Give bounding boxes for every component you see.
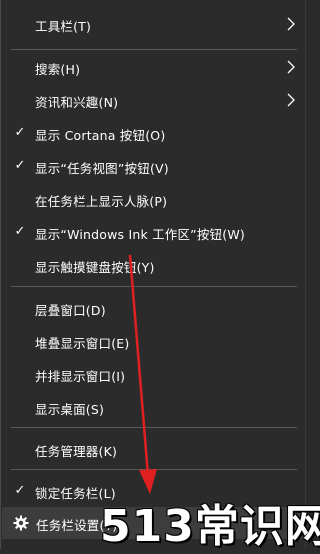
menu-separator [11, 469, 297, 470]
chevron-right-icon [287, 60, 295, 74]
menu-item-label: 显示触摸键盘按钮(Y) [35, 260, 155, 275]
menu-item-show-desktop[interactable]: 显示桌面(S) [1, 391, 307, 423]
menu-separator [11, 286, 297, 287]
taskbar-context-menu: 工具栏(T) 搜索(H) 资讯和兴趣(N) ✓ 显示 Cortana 按钮(O)… [0, 0, 306, 549]
menu-item-label: 任务管理器(K) [35, 444, 118, 459]
menu-item-label: 显示“任务视图”按钮(V) [35, 161, 169, 176]
menu-item-search[interactable]: 搜索(H) [1, 51, 307, 83]
checkmark-icon: ✓ [14, 158, 26, 173]
menu-item-label: 在任务栏上显示人脉(P) [35, 194, 168, 209]
menu-item-show-touch-keyboard[interactable]: 显示触摸键盘按钮(Y) [1, 249, 307, 281]
chevron-right-icon [287, 17, 295, 31]
menu-item-label: 显示“Windows Ink 工作区”按钮(W) [35, 227, 245, 242]
menu-item-news-interests[interactable]: 资讯和兴趣(N) [1, 84, 307, 116]
menu-item-label: 显示 Cortana 按钮(O) [35, 128, 166, 143]
menu-item-label: 堆叠显示窗口(E) [35, 336, 130, 351]
menu-item-show-cortana[interactable]: ✓ 显示 Cortana 按钮(O) [1, 117, 307, 149]
menu-item-cascade-windows[interactable]: 层叠窗口(D) [1, 292, 307, 324]
menu-item-label: 搜索(H) [35, 62, 81, 77]
gear-icon [13, 515, 29, 531]
menu-item-label: 并排显示窗口(I) [35, 369, 126, 384]
menu-item-show-task-view[interactable]: ✓ 显示“任务视图”按钮(V) [1, 150, 307, 182]
menu-item-task-manager[interactable]: 任务管理器(K) [1, 433, 307, 465]
checkmark-icon: ✓ [14, 483, 26, 498]
watermark-text: 513常识网 [100, 501, 320, 552]
menu-item-show-people[interactable]: 在任务栏上显示人脉(P) [1, 183, 307, 215]
menu-item-label: 层叠窗口(D) [35, 303, 106, 318]
checkmark-icon: ✓ [14, 224, 26, 239]
menu-item-label: 显示桌面(S) [35, 402, 105, 417]
checkmark-icon: ✓ [14, 125, 26, 140]
menu-item-toolbars[interactable]: 工具栏(T) [1, 8, 307, 40]
menu-item-label: 资讯和兴趣(N) [35, 95, 119, 110]
menu-item-show-windows-ink[interactable]: ✓ 显示“Windows Ink 工作区”按钮(W) [1, 216, 307, 248]
menu-item-label: 工具栏(T) [35, 19, 92, 34]
menu-separator [11, 427, 297, 428]
menu-separator [11, 49, 297, 50]
menu-item-side-by-side-windows[interactable]: 并排显示窗口(I) [1, 358, 307, 390]
chevron-right-icon [287, 93, 295, 107]
menu-item-stack-windows[interactable]: 堆叠显示窗口(E) [1, 325, 307, 357]
